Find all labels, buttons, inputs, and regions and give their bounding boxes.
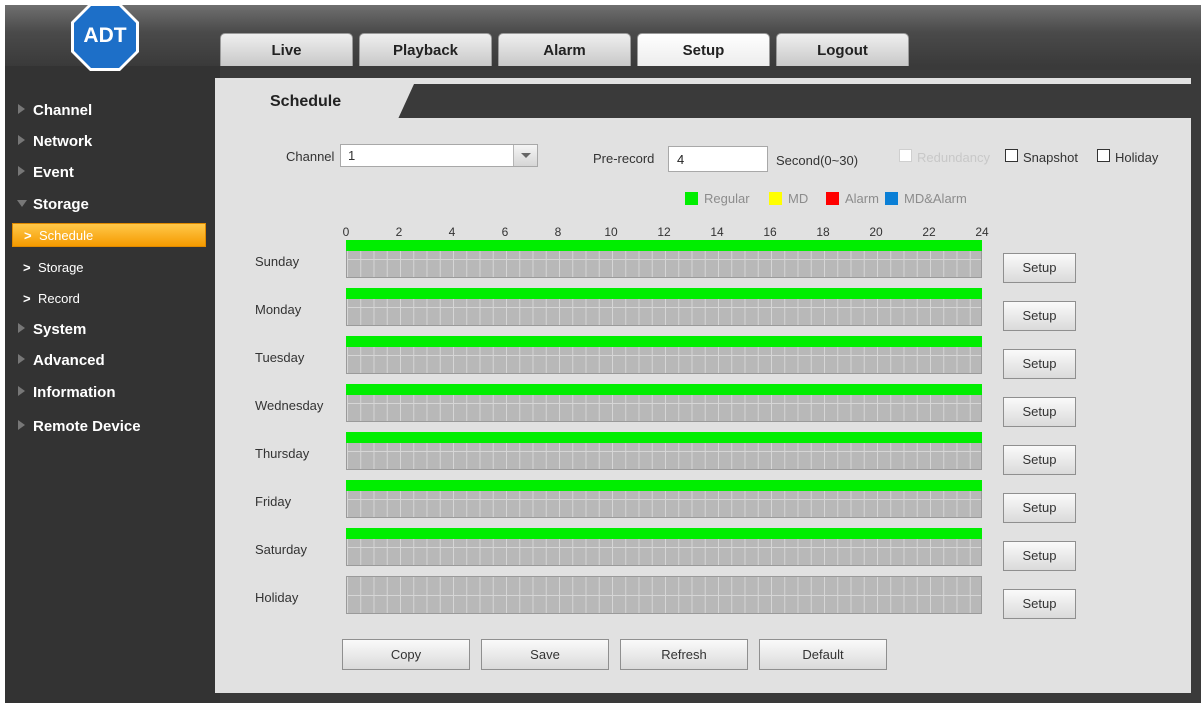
sidebar-item-network[interactable]: Network (0, 128, 215, 154)
day-setup-button[interactable]: Setup (1003, 541, 1076, 571)
regular-record-bar (346, 528, 982, 539)
legend-md-swatch (769, 192, 782, 205)
timeline-tick-label: 14 (710, 225, 724, 239)
save-button[interactable]: Save (481, 639, 609, 670)
collapsed-arrow-icon (18, 386, 25, 396)
redundancy-checkbox[interactable] (899, 149, 912, 162)
timeline-tick-label: 8 (554, 225, 562, 239)
prerecord-input[interactable] (668, 146, 768, 172)
timeline-tick-label: 12 (657, 225, 671, 239)
second-range-label: Second(0~30) (776, 153, 859, 168)
refresh-button[interactable]: Refresh (620, 639, 748, 670)
sidebar-item-system[interactable]: System (0, 316, 215, 342)
legend-regular-swatch (685, 192, 698, 205)
timeline-tick-label: 10 (604, 225, 618, 239)
chevron-right-icon: > (23, 259, 31, 275)
collapsed-arrow-icon (18, 420, 25, 430)
schedule-row[interactable] (346, 576, 982, 614)
day-label: Wednesday (255, 398, 324, 413)
tab-live[interactable]: Live (220, 33, 353, 66)
timeline-tick-label: 20 (869, 225, 883, 239)
sidebar-item-event[interactable]: Event (0, 159, 215, 185)
copy-button[interactable]: Copy (342, 639, 470, 670)
day-label: Monday (255, 302, 302, 317)
sidebar-subitem-record[interactable]: > Record (12, 286, 206, 310)
sidebar-item-channel[interactable]: Channel (0, 97, 215, 123)
expanded-arrow-icon (17, 200, 27, 207)
day-label: Tuesday (255, 350, 305, 365)
day-setup-button[interactable]: Setup (1003, 589, 1076, 619)
logo-text: ADT (83, 24, 126, 47)
day-setup-button[interactable]: Setup (1003, 253, 1076, 283)
timeline-tick-label: 24 (975, 225, 989, 239)
collapsed-arrow-icon (18, 166, 25, 176)
collapsed-arrow-icon (18, 104, 25, 114)
channel-label: Channel (286, 149, 335, 164)
day-setup-button[interactable]: Setup (1003, 349, 1076, 379)
day-setup-button[interactable]: Setup (1003, 301, 1076, 331)
chevron-right-icon: > (24, 227, 32, 243)
content-tab-strip (398, 84, 1191, 118)
channel-select[interactable]: 1 (340, 144, 538, 167)
day-setup-button[interactable]: Setup (1003, 397, 1076, 427)
sidebar-item-information[interactable]: Information (0, 379, 215, 405)
timeline-tick-label: 4 (448, 225, 456, 239)
day-label: Sunday (255, 254, 300, 269)
chevron-down-icon[interactable] (513, 145, 537, 166)
collapsed-arrow-icon (18, 135, 25, 145)
collapsed-arrow-icon (18, 354, 25, 364)
prerecord-label: Pre-record (593, 151, 655, 166)
top-bar: Live Playback Alarm Setup Logout (5, 5, 1201, 66)
timeline-tick-label: 6 (501, 225, 509, 239)
timeline-tick-label: 22 (922, 225, 936, 239)
regular-record-bar (346, 336, 982, 347)
timeline-tick-label: 16 (763, 225, 777, 239)
sidebar-subitem-storage[interactable]: > Storage (12, 255, 206, 279)
regular-record-bar (346, 384, 982, 395)
regular-record-bar (346, 288, 982, 299)
day-setup-button[interactable]: Setup (1003, 493, 1076, 523)
holiday-label: Holiday (1115, 150, 1159, 165)
default-button[interactable]: Default (759, 639, 887, 670)
timeline-tick-label: 18 (816, 225, 830, 239)
holiday-checkbox[interactable] (1097, 149, 1110, 162)
snapshot-label: Snapshot (1023, 150, 1078, 165)
tab-playback[interactable]: Playback (359, 33, 492, 66)
tab-setup[interactable]: Setup (637, 33, 770, 66)
sidebar-item-storage[interactable]: Storage (0, 191, 215, 217)
main-nav-tabs: Live Playback Alarm Setup Logout (220, 33, 915, 66)
day-label: Holiday (255, 590, 299, 605)
day-setup-button[interactable]: Setup (1003, 445, 1076, 475)
legend-mdalarm-swatch (885, 192, 898, 205)
timeline-tick-label: 2 (395, 225, 403, 239)
sidebar-item-remote-device[interactable]: Remote Device (0, 413, 215, 439)
day-label: Friday (255, 494, 292, 509)
redundancy-label: Redundancy (917, 150, 990, 165)
tab-schedule[interactable]: Schedule (220, 84, 414, 119)
tab-alarm[interactable]: Alarm (498, 33, 631, 66)
snapshot-checkbox[interactable] (1005, 149, 1018, 162)
regular-record-bar (346, 240, 982, 251)
tab-logout[interactable]: Logout (776, 33, 909, 66)
day-label: Saturday (255, 542, 308, 557)
legend-alarm-label: Alarm (845, 191, 879, 206)
legend-mdalarm-label: MD&Alarm (904, 191, 967, 206)
sidebar-item-advanced[interactable]: Advanced (0, 347, 215, 373)
timeline-tick-label: 0 (342, 225, 350, 239)
legend-alarm-swatch (826, 192, 839, 205)
regular-record-bar (346, 480, 982, 491)
sidebar-subitem-schedule[interactable]: > Schedule (12, 223, 206, 247)
collapsed-arrow-icon (18, 323, 25, 333)
chevron-right-icon: > (23, 290, 31, 306)
day-label: Thursday (255, 446, 310, 461)
legend-regular-label: Regular (704, 191, 750, 206)
adt-logo: ADT (71, 3, 139, 71)
regular-record-bar (346, 432, 982, 443)
legend-md-label: MD (788, 191, 809, 206)
